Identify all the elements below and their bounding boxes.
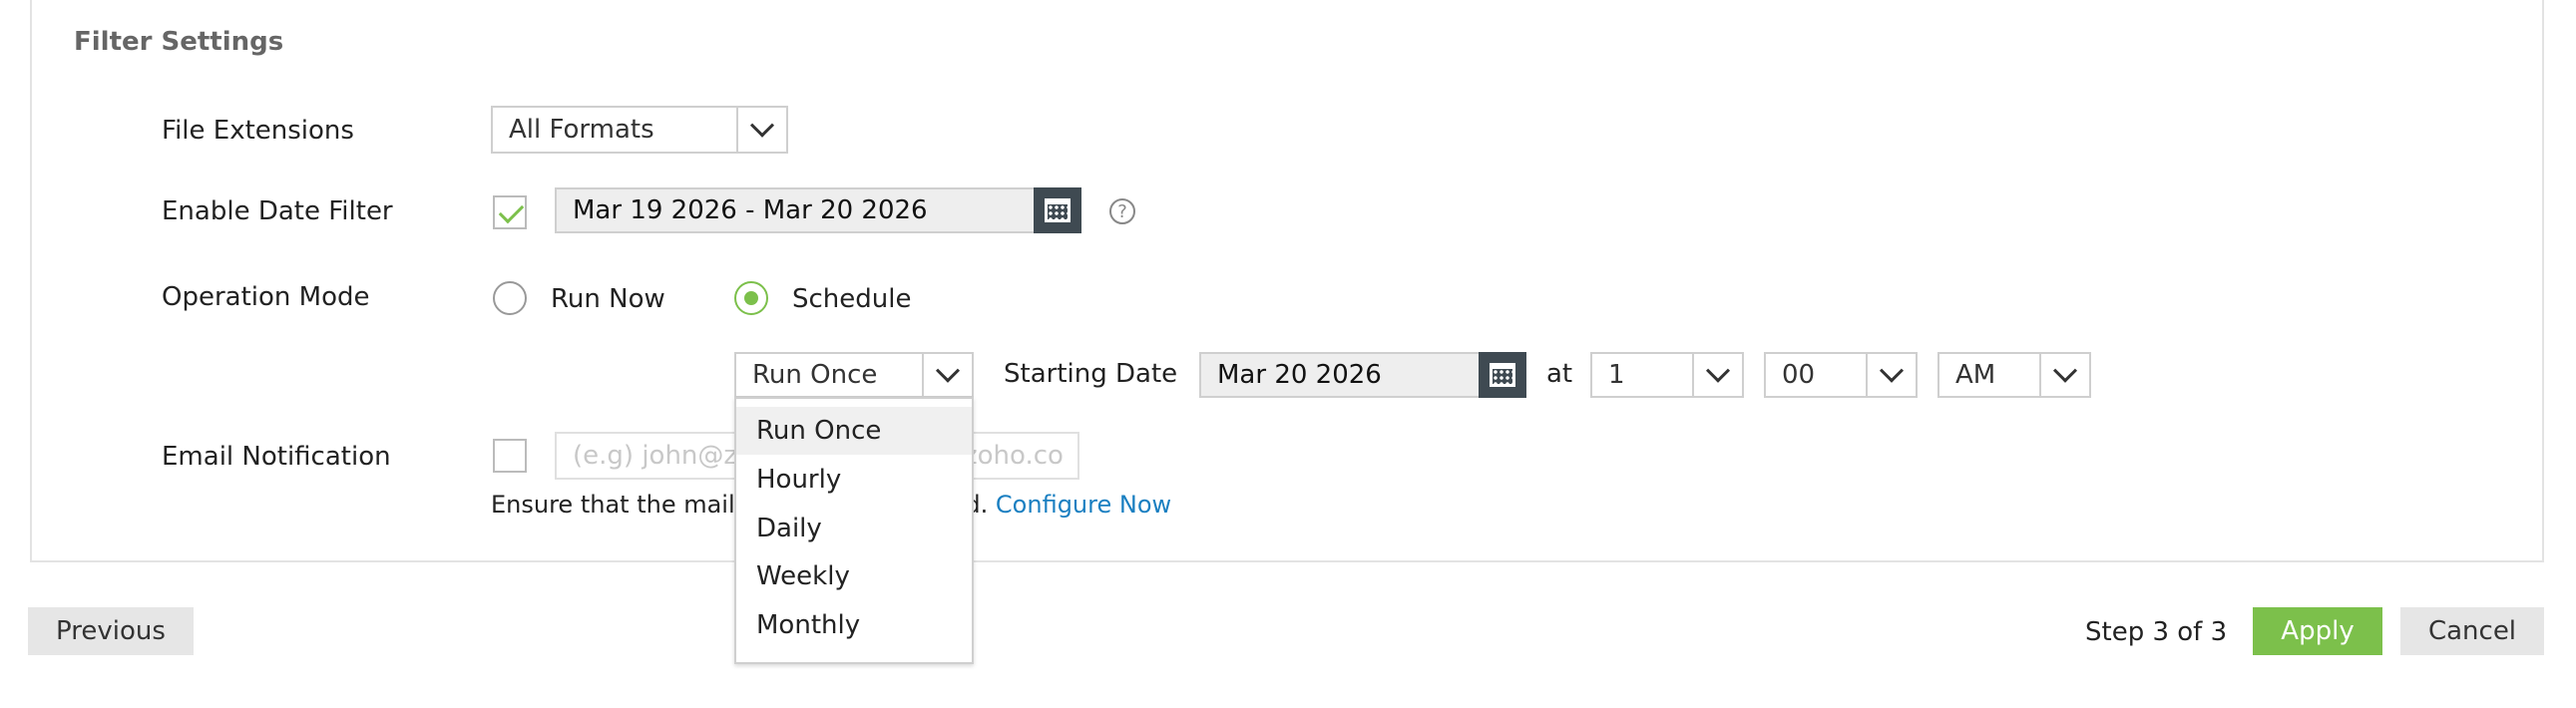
ampm-value: AM — [1955, 360, 1996, 390]
minute-value: 00 — [1782, 360, 1816, 390]
at-label: at — [1546, 359, 1573, 389]
chevron-down-icon[interactable] — [736, 108, 786, 152]
email-notification-checkbox[interactable] — [493, 439, 527, 473]
starting-date-field[interactable]: Mar 20 2026 — [1199, 352, 1526, 398]
frequency-value: Run Once — [752, 360, 878, 390]
hour-value: 1 — [1608, 360, 1625, 390]
date-filter-checkbox[interactable] — [493, 195, 527, 229]
frequency-dropdown: Run Once Hourly Daily Weekly Monthly — [734, 397, 974, 664]
dropdown-option-hourly[interactable]: Hourly — [736, 456, 972, 504]
cancel-button[interactable]: Cancel — [2400, 607, 2544, 655]
help-icon[interactable]: ? — [1109, 198, 1135, 224]
operation-mode-label: Operation Mode — [162, 282, 370, 312]
run-now-radio[interactable] — [493, 281, 527, 315]
chevron-down-icon[interactable] — [922, 354, 972, 396]
apply-button[interactable]: Apply — [2253, 607, 2382, 655]
ampm-select[interactable]: AM — [1937, 352, 2091, 398]
calendar-button[interactable] — [1034, 187, 1081, 233]
checkmark-icon — [498, 197, 525, 224]
calendar-icon — [1045, 198, 1071, 222]
starting-date-label: Starting Date — [1004, 359, 1178, 389]
date-filter-label: Enable Date Filter — [162, 196, 393, 226]
dropdown-option-daily[interactable]: Daily — [736, 505, 972, 552]
hour-select[interactable]: 1 — [1590, 352, 1744, 398]
file-extensions-label: File Extensions — [162, 116, 354, 146]
file-extensions-value: All Formats — [509, 115, 654, 145]
run-now-label[interactable]: Run Now — [551, 284, 665, 314]
step-indicator: Step 3 of 3 — [2085, 617, 2228, 647]
frequency-select[interactable]: Run Once — [734, 352, 974, 398]
chevron-down-icon[interactable] — [2039, 354, 2089, 396]
minute-select[interactable]: 00 — [1764, 352, 1918, 398]
calendar-button[interactable] — [1479, 352, 1526, 398]
previous-button[interactable]: Previous — [28, 607, 194, 655]
schedule-radio[interactable] — [734, 281, 768, 315]
dropdown-option-run-once[interactable]: Run Once — [736, 407, 972, 455]
file-extensions-select[interactable]: All Formats — [491, 106, 788, 154]
section-title: Filter Settings — [74, 27, 284, 57]
chevron-down-icon[interactable] — [1692, 354, 1742, 396]
filter-settings-panel — [30, 0, 2544, 562]
date-range-field[interactable]: Mar 19 2026 - Mar 20 2026 — [555, 187, 1081, 233]
starting-date-value: Mar 20 2026 — [1217, 360, 1382, 390]
configure-now-link[interactable]: Configure Now — [996, 491, 1171, 519]
email-notification-label: Email Notification — [162, 442, 391, 472]
date-range-value: Mar 19 2026 - Mar 20 2026 — [573, 195, 928, 225]
calendar-icon — [1490, 363, 1515, 387]
schedule-label[interactable]: Schedule — [792, 284, 911, 314]
chevron-down-icon[interactable] — [1866, 354, 1916, 396]
dropdown-option-monthly[interactable]: Monthly — [736, 601, 972, 649]
dropdown-option-weekly[interactable]: Weekly — [736, 552, 972, 600]
